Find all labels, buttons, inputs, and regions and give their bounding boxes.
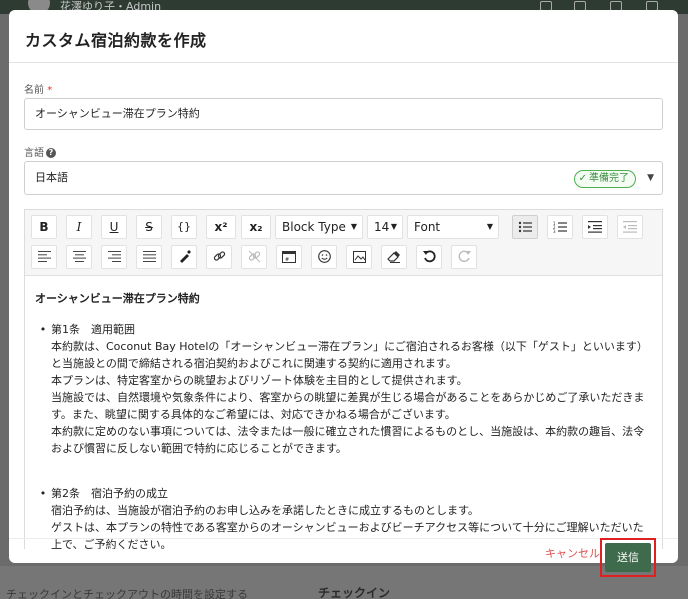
background-checkin-description: チェックインとチェックアウトの時間を設定する <box>6 588 248 599</box>
list-item: • 第2条 宿泊予約の成立宿泊予約は、当施設が宿泊予約のお申し込みを承諾したとき… <box>35 485 652 549</box>
outdent-icon[interactable] <box>617 215 643 239</box>
numbered-list-icon[interactable]: 123 <box>547 215 573 239</box>
required-mark: * <box>47 85 53 96</box>
block-type-label: Block Type <box>282 220 346 234</box>
subscript-button[interactable]: x₂ <box>241 215 271 239</box>
eraser-icon[interactable] <box>381 245 407 269</box>
editor-content[interactable]: オーシャンビュー滞在プラン特約 • 第1条 適用範囲本約款は、Coconut B… <box>25 276 662 549</box>
align-right-icon[interactable] <box>101 245 127 269</box>
bullet: • <box>39 487 47 500</box>
language-label: 言語? <box>24 144 56 159</box>
article-heading: 第2条 宿泊予約の成立 <box>51 487 168 500</box>
underline-button[interactable]: U <box>101 215 127 239</box>
background-checkin-heading: チェックイン <box>318 586 391 599</box>
submit-button[interactable]: 送信 <box>605 543 651 572</box>
superscript-button[interactable]: x² <box>206 215 236 239</box>
article-heading: 第1条 適用範囲 <box>51 323 135 336</box>
align-left-icon[interactable] <box>31 245 57 269</box>
article-2: 第2条 宿泊予約の成立宿泊予約は、当施設が宿泊予約のお申し込みを承諾したときに成… <box>51 485 652 549</box>
code-block-button[interactable]: {} <box>171 215 197 239</box>
font-label: Font <box>414 220 441 234</box>
name-label: 名前 * <box>24 81 52 96</box>
list-item: • 第1条 適用範囲本約款は、Coconut Bay Hotelの「オーシャンビ… <box>35 321 652 457</box>
bullet: • <box>39 323 47 336</box>
chevron-down-icon: ▼ <box>486 222 493 231</box>
document-title: オーシャンビュー滞在プラン特約 <box>35 292 200 305</box>
indent-icon[interactable] <box>582 215 608 239</box>
help-icon[interactable]: ? <box>46 148 56 158</box>
block-type-select[interactable]: Block Type ▼ <box>275 215 363 239</box>
font-select[interactable]: Font ▼ <box>407 215 499 239</box>
article-body: 宿泊予約は、当施設が宿泊予約のお申し込みを承諾したときに成立するものとします。 … <box>51 504 644 549</box>
chevron-down-icon: ▼ <box>390 222 397 231</box>
background-content: チェックインとチェックアウトの時間を設定する チェックイン <box>0 566 688 599</box>
link-icon[interactable] <box>206 245 232 269</box>
strikethrough-button[interactable]: S <box>136 215 162 239</box>
footer-divider <box>9 538 678 539</box>
chevron-down-icon: ▼ <box>350 222 357 231</box>
language-select[interactable]: 日本語 ✓ 準備完了 ▼ <box>24 161 663 195</box>
font-size-select[interactable]: 14 ▼ <box>367 215 403 239</box>
svg-text:#: # <box>285 257 289 263</box>
rich-text-editor: B I U S {} x² x₂ Block Type ▼ 14 ▼ Font ▼ 1… <box>24 209 663 549</box>
emoji-icon[interactable] <box>311 245 337 269</box>
italic-button[interactable]: I <box>66 215 92 239</box>
chevron-down-icon[interactable]: ▼ <box>647 162 654 194</box>
article-1: 第1条 適用範囲本約款は、Coconut Bay Hotelの「オーシャンビュー… <box>51 321 652 457</box>
name-input[interactable]: オーシャンビュー滞在プラン特約 <box>24 98 663 130</box>
name-label-text: 名前 <box>24 85 44 96</box>
language-value: 日本語 <box>35 171 68 184</box>
undo-icon[interactable] <box>416 245 442 269</box>
cancel-button[interactable]: キャンセル <box>545 545 600 561</box>
align-justify-icon[interactable] <box>136 245 162 269</box>
unlink-icon[interactable] <box>241 245 267 269</box>
svg-text:3: 3 <box>553 229 556 233</box>
status-badge: ✓ 準備完了 <box>573 170 636 188</box>
embed-icon[interactable]: # <box>276 245 302 269</box>
editor-toolbar: B I U S {} x² x₂ Block Type ▼ 14 ▼ Font ▼ 1… <box>25 210 662 276</box>
color-picker-icon[interactable] <box>171 245 197 269</box>
image-icon[interactable] <box>346 245 372 269</box>
check-icon: ✓ <box>578 173 587 184</box>
language-label-text: 言語 <box>24 148 44 159</box>
align-center-icon[interactable] <box>66 245 92 269</box>
article-body: 本約款は、Coconut Bay Hotelの「オーシャンビュー滞在プラン」にご… <box>51 340 648 455</box>
status-badge-label: 準備完了 <box>589 173 629 184</box>
bold-button[interactable]: B <box>31 215 57 239</box>
modal-header: カスタム宿泊約款を作成 <box>9 10 678 63</box>
font-size-value: 14 <box>374 220 390 234</box>
modal-title: カスタム宿泊約款を作成 <box>25 31 207 50</box>
create-custom-terms-modal: カスタム宿泊約款を作成 名前 * オーシャンビュー滞在プラン特約 言語? 日本語… <box>9 10 678 563</box>
redo-icon[interactable] <box>451 245 477 269</box>
bullet-list-icon[interactable] <box>512 215 538 239</box>
